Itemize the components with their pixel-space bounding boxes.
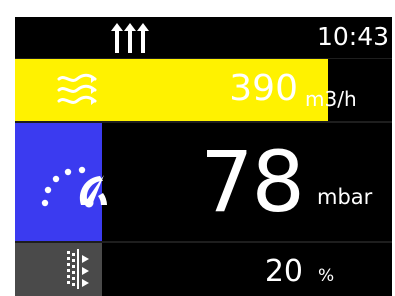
status-bar: 10:43	[15, 17, 392, 58]
three-arrows-up-icon	[111, 23, 149, 53]
filter-value: 20	[264, 254, 303, 289]
filter-icon	[67, 249, 89, 289]
pressure-row[interactable]: 78 mbar	[15, 123, 392, 241]
device-screen: 10:43 390 m3/h 78 mbar 20 %	[15, 17, 392, 296]
filter-row[interactable]: 20 %	[15, 243, 392, 296]
airflow-value: 390	[229, 68, 298, 109]
airflow-row[interactable]: 390 m3/h	[15, 59, 392, 121]
airflow-unit: m3/h	[305, 87, 357, 111]
filter-unit: %	[318, 266, 335, 286]
pressure-value: 78	[200, 133, 305, 231]
speedometer-gauge-icon	[41, 166, 107, 208]
pressure-unit: mbar	[317, 185, 373, 209]
clock: 10:43	[316, 22, 389, 51]
airflow-waves-icon	[57, 73, 97, 105]
